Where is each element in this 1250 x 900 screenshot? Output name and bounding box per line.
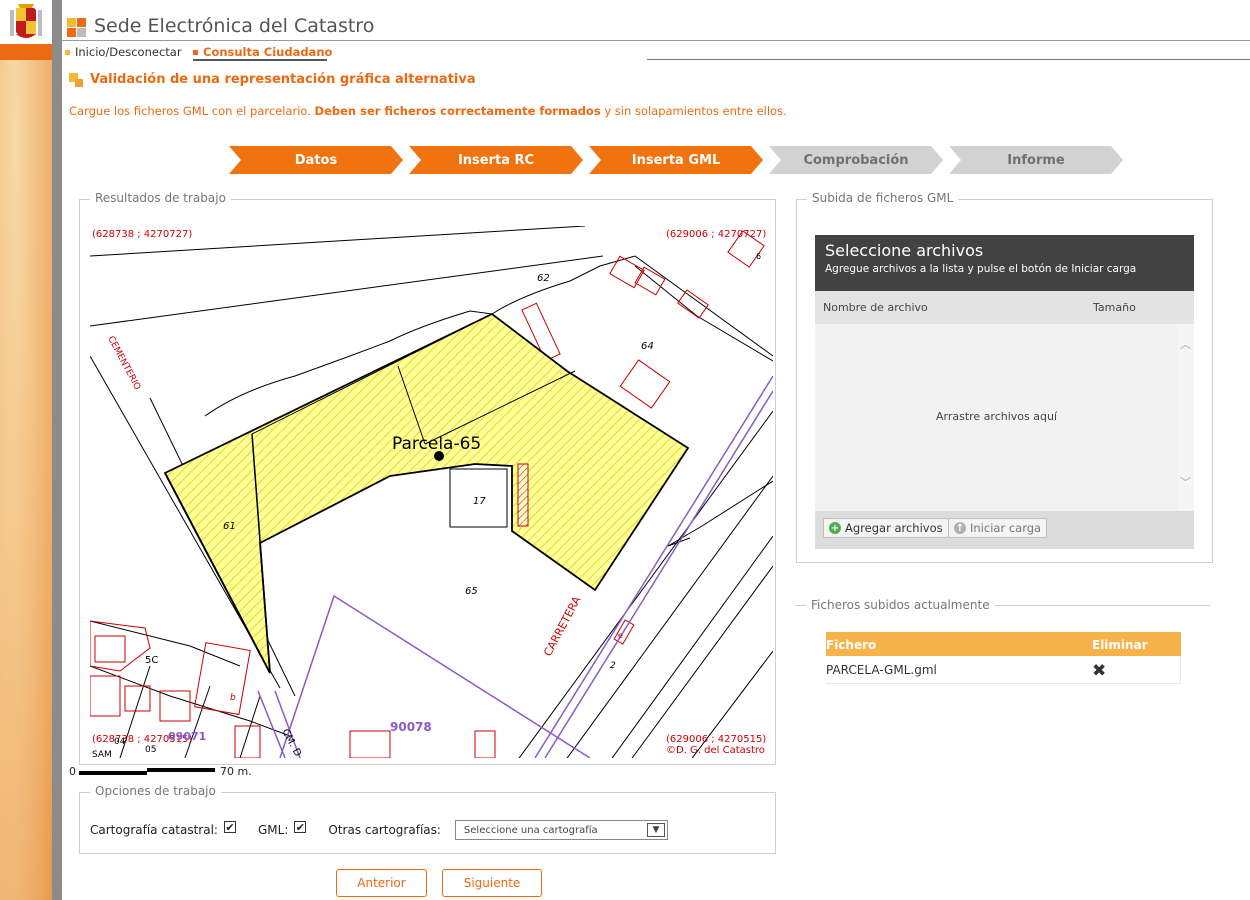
start-upload-button[interactable]: ↑ Iniciar carga <box>948 518 1048 538</box>
uploader-subtitle: Agregue archivos a la lista y pulse el b… <box>825 263 1137 275</box>
catastro-logo-icon <box>67 18 87 38</box>
scale-start: 0 <box>69 765 76 778</box>
map-copyright: ©D. G. del Catastro <box>666 745 765 756</box>
nav-consulta-link[interactable]: Consulta Ciudadano <box>203 45 332 59</box>
arrow-up-icon: ↑ <box>954 522 966 534</box>
page-title-text: Validación de una representación gráfica… <box>90 72 476 87</box>
file-uploader: Seleccione archivos Agregue archivos a l… <box>815 235 1194 549</box>
left-decorative-strip <box>0 0 62 900</box>
plus-circle-icon: + <box>829 522 841 534</box>
col-eliminar: Eliminar <box>1092 638 1148 652</box>
coat-of-arms-logo <box>0 0 52 44</box>
otras-cartografias-select[interactable]: Seleccione una cartografía ▼ <box>454 820 668 840</box>
chevron-down-icon[interactable]: ▼ <box>646 823 665 837</box>
step-comprobacion: Comprobación <box>769 146 943 174</box>
col-size: Tamaño <box>1093 301 1136 314</box>
cadastral-map[interactable]: (628738 ; 4270727) (629006 ; 4270727) (6… <box>90 226 773 758</box>
nav-item-home[interactable]: Inicio/Desconectar <box>65 45 182 59</box>
scale-segment <box>79 771 147 775</box>
step-informe: Informe <box>949 146 1123 174</box>
map-label-2: 2 <box>610 661 616 671</box>
cartografia-label: Cartografía catastral: <box>90 823 218 837</box>
drop-zone[interactable]: Arrastre archivos aquí ︿ ﹀ <box>815 324 1194 511</box>
drop-text: Arrastre archivos aquí <box>935 410 1058 423</box>
map-label-cementerio: CEMENTERIO <box>105 335 142 392</box>
chevron-down-icon[interactable]: ﹀ <box>1180 474 1191 490</box>
results-legend: Resultados de trabajo <box>90 191 231 205</box>
left-strip-bar <box>0 44 52 60</box>
options-row: Cartografía catastral: ✔ GML: ✔ Otras ca… <box>90 820 668 840</box>
bullet-icon <box>193 49 198 55</box>
left-strip-shadow <box>52 0 62 900</box>
select-value: Seleccione una cartografía <box>463 824 598 836</box>
gml-checkbox[interactable]: ✔ <box>294 821 307 833</box>
map-label-6: 6 <box>756 252 761 261</box>
nav-rule <box>647 59 1250 60</box>
siguiente-button[interactable]: Siguiente <box>442 869 542 897</box>
intro-part-b: Deben ser ficheros correctamente formado… <box>314 104 601 118</box>
left-strip-texture <box>0 60 52 900</box>
anterior-button[interactable]: Anterior <box>336 869 427 897</box>
map-label-65: 65 <box>465 586 478 597</box>
map-label-61: 61 <box>223 521 236 532</box>
map-label-17: 17 <box>473 496 486 507</box>
map-label-04: 04 <box>114 737 126 747</box>
site-header: Sede Electrónica del Catastro <box>62 0 1250 44</box>
step-inserta-gml[interactable]: Inserta GML <box>589 146 763 174</box>
intro-text: Cargue los ficheros GML con el parcelari… <box>69 104 787 118</box>
start-upload-label: Iniciar carga <box>970 521 1042 535</box>
map-label-5c: 5C <box>145 655 158 666</box>
step-inserta-rc[interactable]: Inserta RC <box>409 146 583 174</box>
scale-segment <box>147 768 215 772</box>
uploaded-files-header: Fichero Eliminar <box>826 632 1181 656</box>
intro-part-c: y sin solapamientos entre ellos. <box>600 104 787 118</box>
uploaded-files-legend: Ficheros subidos actualmente <box>796 598 1210 612</box>
add-files-label: Agregar archivos <box>845 521 943 535</box>
header-rule <box>62 40 1250 41</box>
map-label-64: 64 <box>641 341 654 352</box>
top-nav: Inicio/Desconectar Consulta Ciudadano <box>62 44 1250 61</box>
map-label-e: e <box>618 631 623 640</box>
intro-part-a: Cargue los ficheros GML con el parcelari… <box>69 104 315 118</box>
map-label-62: 62 <box>537 273 550 284</box>
add-files-button[interactable]: + Agregar archivos <box>823 518 949 538</box>
uploaded-files-title: Ficheros subidos actualmente <box>806 598 995 612</box>
map-label-polygon-09071: 09071 <box>168 730 206 743</box>
nav-item-consulta[interactable]: Consulta Ciudadano <box>193 45 332 59</box>
uploader-columns: Nombre de archivo Tamaño <box>815 291 1194 324</box>
map-label-sam: SAM <box>92 750 112 758</box>
title-squares-icon <box>69 72 83 87</box>
options-legend: Opciones de trabajo <box>90 784 221 798</box>
otras-label: Otras cartografías: <box>328 823 441 837</box>
col-file-name: Nombre de archivo <box>823 301 928 314</box>
nav-home-link[interactable]: Inicio/Desconectar <box>75 45 182 59</box>
map-label-polygon-90078: 90078 <box>390 720 432 734</box>
gml-label: GML: <box>257 823 289 837</box>
uploaded-files-table: Fichero Eliminar PARCELA-GML.gml ✖ <box>826 632 1181 684</box>
delete-x-icon[interactable]: ✖ <box>1092 663 1106 680</box>
uploader-header: Seleccione archivos Agregue archivos a l… <box>815 235 1194 291</box>
uploader-title: Seleccione archivos <box>825 241 984 260</box>
page-title: Validación de una representación gráfica… <box>69 72 476 87</box>
map-label-b: b <box>230 693 236 703</box>
map-label-05: 05 <box>145 745 156 755</box>
map-coord-tr: (629006 ; 4270727) <box>666 229 766 240</box>
site-title: Sede Electrónica del Catastro <box>94 15 375 37</box>
upload-legend: Subida de ficheros GML <box>807 191 959 205</box>
drop-scrollbar[interactable]: ︿ ﹀ <box>1178 324 1194 511</box>
bullet-icon <box>65 49 70 55</box>
table-row: PARCELA-GML.gml ✖ <box>826 656 1181 684</box>
map-coord-tl: (628738 ; 4270727) <box>92 229 192 240</box>
step-datos[interactable]: Datos <box>229 146 403 174</box>
scale-end: 70 m. <box>220 765 252 778</box>
map-parcel-label: Parcela-65 <box>392 434 481 454</box>
cartografia-checkbox[interactable]: ✔ <box>223 821 236 833</box>
nav-active-underline <box>193 59 327 61</box>
map-label-carretera: CARRETERA <box>541 594 584 659</box>
file-name: PARCELA-GML.gml <box>826 663 937 677</box>
uploader-footer: + Agregar archivos ↑ Iniciar carga <box>815 511 1194 549</box>
col-fichero: Fichero <box>826 638 877 652</box>
chevron-up-icon[interactable]: ︿ <box>1180 336 1191 352</box>
map-coord-br: (629006 ; 4270515) <box>666 734 766 745</box>
